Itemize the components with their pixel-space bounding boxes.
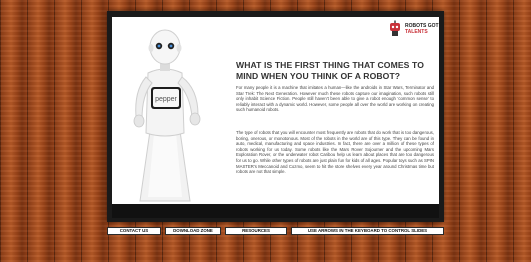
- slide-paragraph-2: The type of robots that you will encount…: [236, 130, 434, 175]
- robot-logo-icon: [390, 20, 400, 36]
- keyboard-arrows-hint: USE ARROWS IN THE KEYBOARD TO CONTROL SL…: [291, 227, 444, 235]
- pepper-robot-image: pepper: [133, 29, 201, 202]
- slide-paragraph-1: For many people it is a machine that imi…: [236, 85, 434, 113]
- logo-line-2: TALENTS: [405, 29, 428, 35]
- slide-bottom-bar: [112, 204, 439, 218]
- contact-us-button[interactable]: CONTACT US: [107, 227, 161, 235]
- robot-label: pepper: [155, 96, 177, 103]
- slide: pepper ROBOTS GOT TALENTS WHAT IS THE FI…: [112, 17, 439, 204]
- robots-got-talents-logo: ROBOTS GOT TALENTS: [387, 20, 439, 40]
- resources-button[interactable]: RESOURCES: [225, 227, 287, 235]
- download-zone-button[interactable]: DOWNLOAD ZONE: [165, 227, 221, 235]
- slide-title: WHAT IS THE FIRST THING THAT COMES TO MI…: [236, 60, 424, 81]
